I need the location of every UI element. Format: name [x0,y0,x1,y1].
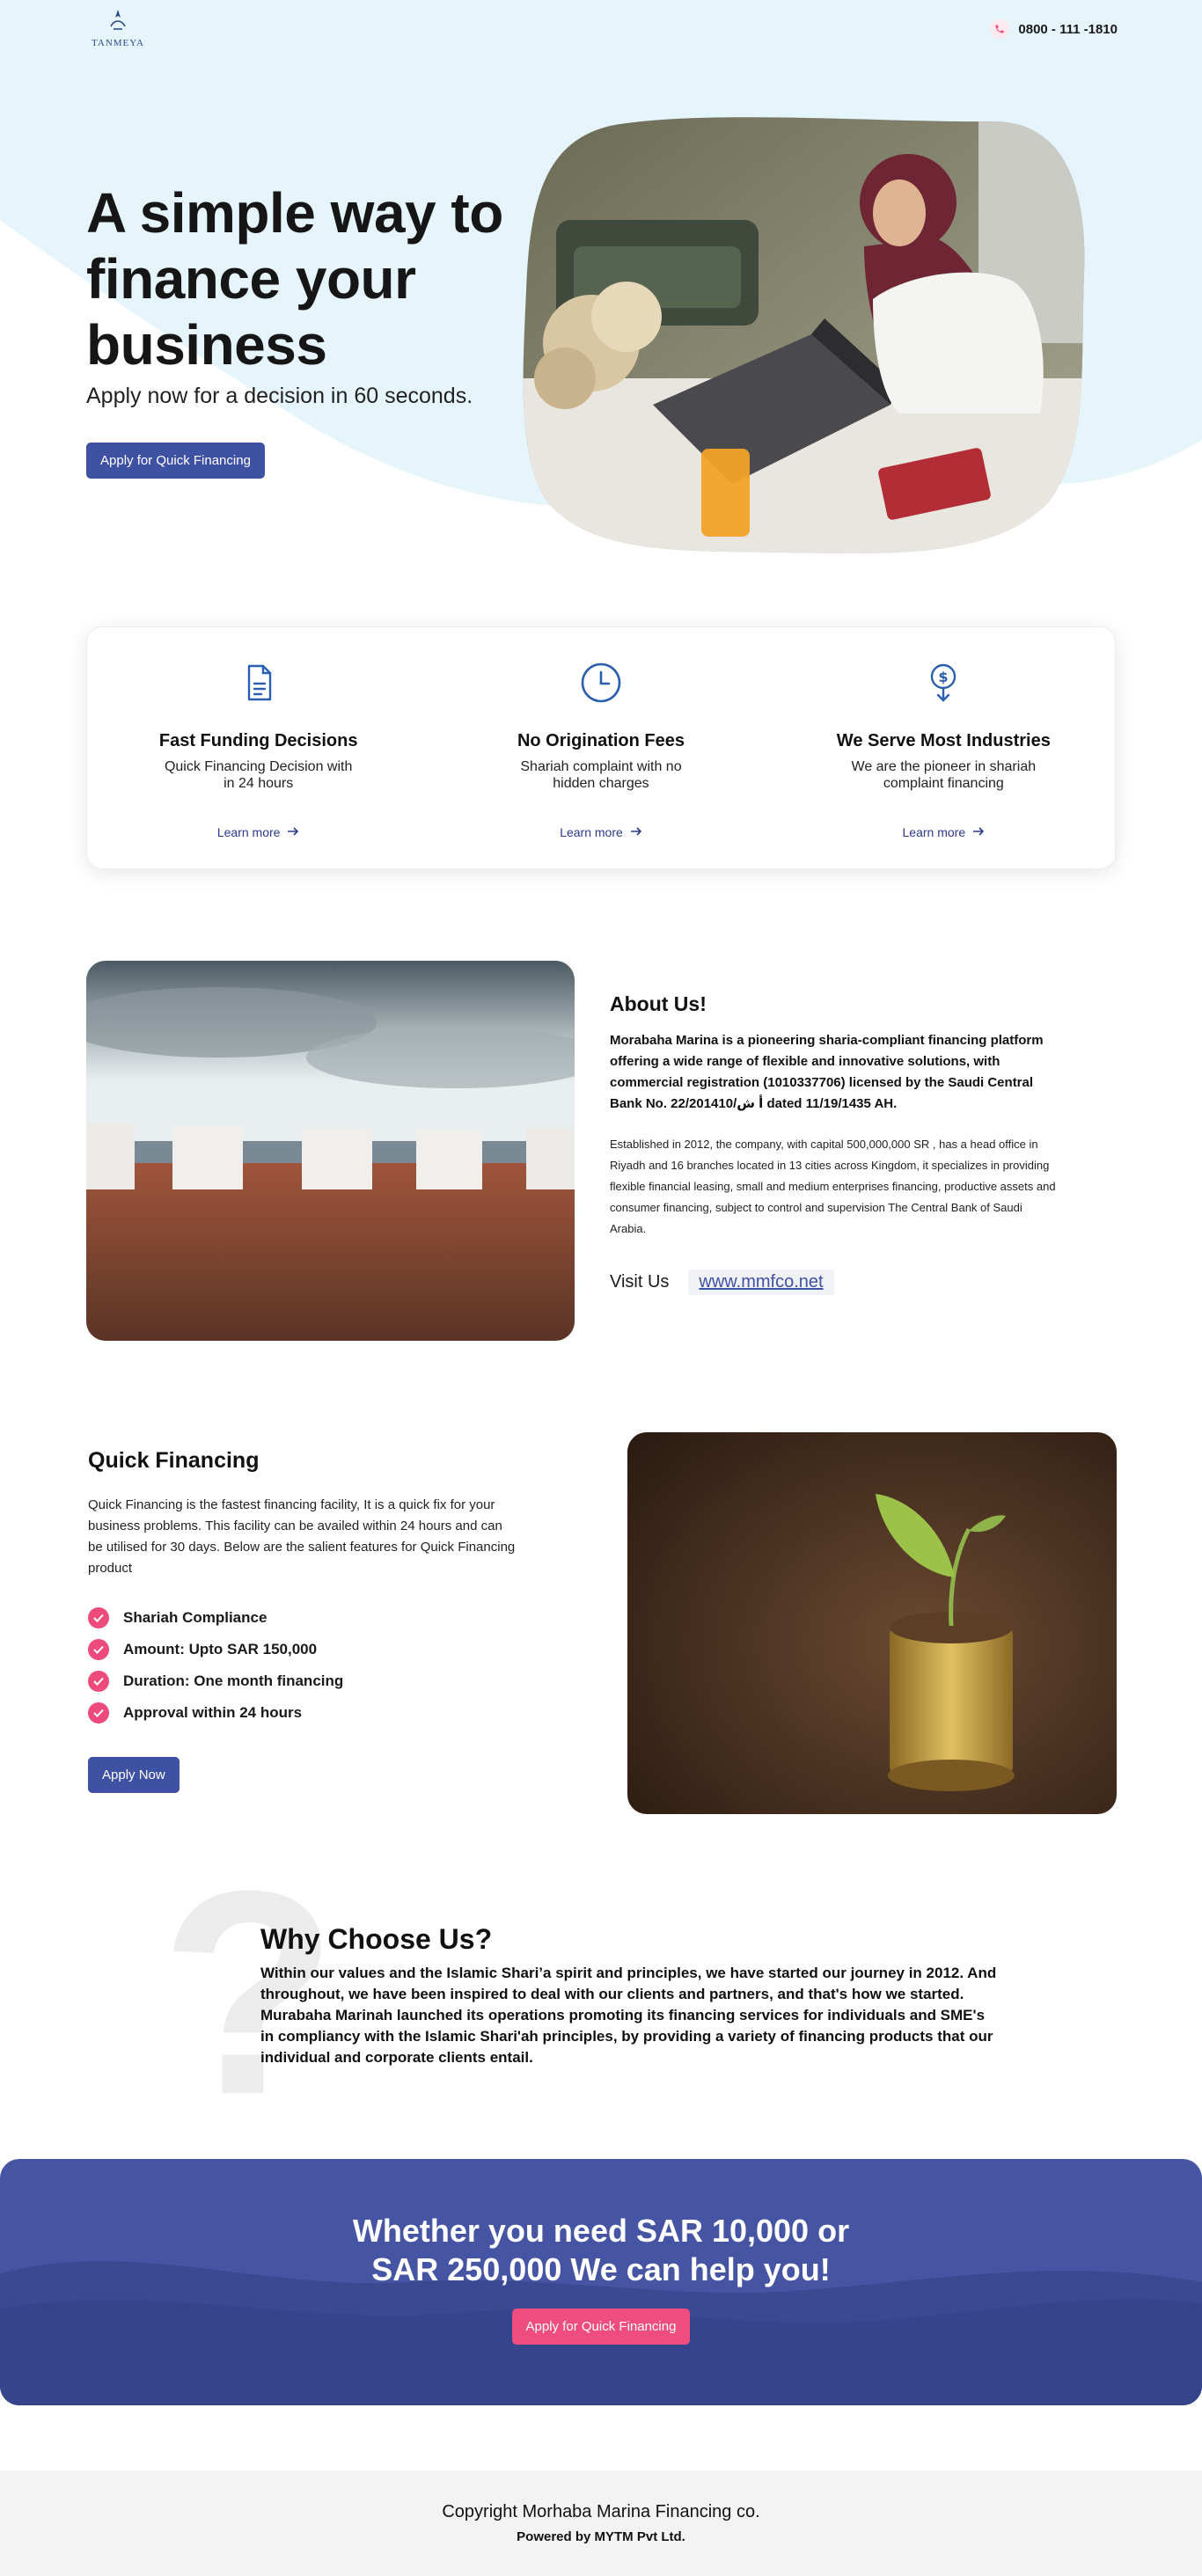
logo-text: TANMEYA [92,38,144,48]
why-body: Within our values and the Islamic Shari’… [260,1965,997,2066]
feature-title: No Origination Fees [517,731,685,750]
phone-number: 0800 - 111 -1810 [1018,21,1118,37]
check-icon [88,1639,109,1660]
learn-more-link[interactable]: Learn more [560,825,642,839]
list-item-label: Shariah Compliance [123,1609,268,1626]
quick-financing-title: Quick Financing [88,1448,260,1473]
hero-subtitle: Apply now for a decision in 60 seconds. [86,384,473,408]
visit-label: Visit Us [610,1272,670,1292]
arrow-right-icon [287,825,299,839]
footer-powered-by: Powered by MYTM Pvt Ltd. [517,2529,685,2544]
feature-desc: Quick Financing Decision with in 24 hour… [164,759,353,791]
arrow-right-icon [630,825,642,839]
arrow-right-icon [972,825,985,839]
dollar-download-icon: $ [920,659,967,706]
list-item-label: Duration: One month financing [123,1672,344,1689]
about-image [86,961,575,1341]
phone-icon [990,19,1010,39]
feature-industries: $ We Serve Most Industries We are the pi… [773,627,1115,868]
visit-us: Visit Us www.mmfco.net [610,1270,1059,1295]
list-item: Approval within 24 hours [88,1697,519,1729]
cta-title: Whether you need SAR 10,000 or SAR 250,0… [352,2213,850,2287]
list-item-label: Amount: Upto SAR 150,000 [123,1641,318,1658]
list-item: Duration: One month financing [88,1665,519,1697]
feature-desc: Shariah complaint with no hidden charges [520,759,682,791]
apply-now-button[interactable]: Apply Now [88,1757,180,1793]
svg-text:$: $ [939,669,949,685]
learn-more-label: Learn more [560,825,623,839]
site-footer: Copyright Morhaba Marina Financing co. P… [0,2470,1202,2576]
features-card: Fast Funding Decisions Quick Financing D… [86,626,1116,869]
coins-plant-image [627,1432,1117,1814]
learn-more-link[interactable]: Learn more [217,825,300,839]
phone-contact[interactable]: 0800 - 111 -1810 [990,19,1118,39]
why-choose-section: Why Choose Us? Within our values and the… [260,1923,1000,2068]
feature-no-fees: No Origination Fees Shariah complaint wi… [429,627,772,868]
about-title: About Us! [610,992,707,1015]
check-icon [88,1671,109,1692]
cta-apply-button[interactable]: Apply for Quick Financing [511,2309,691,2345]
about-body: Established in 2012, the company, with c… [610,1138,1056,1235]
quick-financing-desc: Quick Financing is the fastest financing… [88,1497,516,1576]
about-lead: Morabaha Marina is a pioneering sharia-c… [610,1033,1044,1111]
feature-title: We Serve Most Industries [836,731,1051,750]
feature-fast-funding: Fast Funding Decisions Quick Financing D… [87,627,429,868]
list-item: Shariah Compliance [88,1602,519,1634]
check-icon [88,1702,109,1723]
why-title: Why Choose Us? [260,1923,493,1955]
hero-image [521,114,1088,556]
learn-more-label: Learn more [902,825,966,839]
about-section: About Us! Morabaha Marina is a pioneerin… [610,992,1059,1295]
learn-more-link[interactable]: Learn more [903,825,986,839]
footer-copyright: Copyright Morhaba Marina Financing co. [442,2502,760,2521]
hero-section: A simple way to finance your business Ap… [86,180,526,479]
hero-title: A simple way to finance your business [86,181,503,377]
check-icon [88,1607,109,1628]
brand-logo[interactable]: TANMEYA [84,7,151,51]
logo-mark-icon [110,10,126,30]
feature-title: Fast Funding Decisions [158,731,358,750]
list-item-label: Approval within 24 hours [123,1704,303,1721]
website-link[interactable]: www.mmfco.net [688,1270,834,1295]
feature-list: Shariah Compliance Amount: Upto SAR 150,… [88,1602,519,1729]
site-header: TANMEYA 0800 - 111 -1810 [0,0,1202,62]
clock-icon [577,659,625,706]
apply-quick-financing-button[interactable]: Apply for Quick Financing [86,443,265,479]
document-icon [235,659,282,706]
cta-banner: Whether you need SAR 10,000 or SAR 250,0… [0,2159,1202,2405]
learn-more-label: Learn more [216,825,281,839]
quick-financing-section: Quick Financing Quick Financing is the f… [88,1448,519,1793]
feature-desc: We are the pioneer in shariah complaint … [851,759,1037,791]
list-item: Amount: Upto SAR 150,000 [88,1634,519,1665]
